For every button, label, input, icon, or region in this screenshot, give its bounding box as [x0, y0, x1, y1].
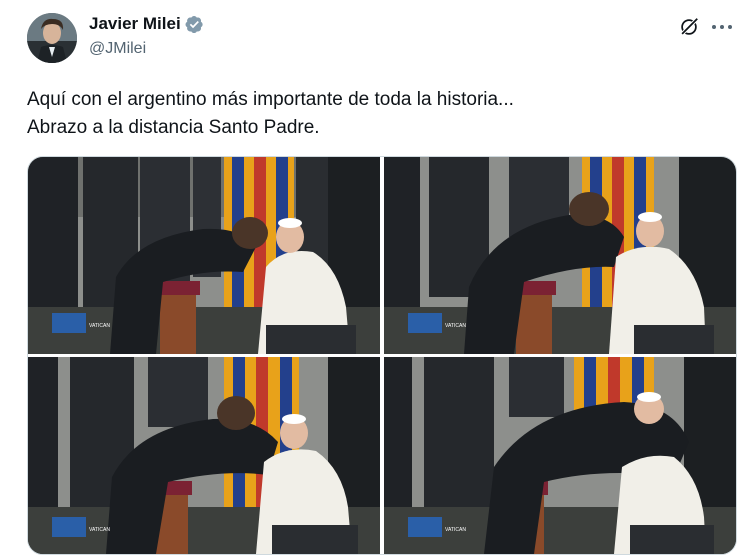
photo-3[interactable]: VATICAN [28, 357, 380, 554]
watermark-text-4: VATICAN [445, 527, 466, 533]
tweet-text-line-2: Abrazo a la distancia Santo Padre. [27, 117, 320, 138]
author-name[interactable]: Javier Milei [89, 14, 181, 34]
author-handle[interactable]: @JMilei [89, 40, 146, 58]
watermark-text-3: VATICAN [89, 527, 110, 533]
more-options-icon[interactable] [708, 14, 736, 40]
photo-4[interactable]: VATICAN [384, 357, 736, 554]
watermark-text-2: VATICAN [445, 323, 466, 329]
media-grid: VATICAN VATICAN VATICAN VATICAN [27, 156, 737, 555]
avatar-portrait [27, 13, 77, 63]
tweet-text-line-1: Aquí con el argentino más importante de … [27, 89, 514, 110]
avatar[interactable] [27, 13, 77, 63]
tweet-text: Aquí con el argentino más importante de … [27, 86, 727, 142]
author-name-row: Javier Milei [89, 14, 204, 34]
watermark-text-1: VATICAN [89, 323, 110, 329]
photo-2[interactable]: VATICAN [384, 157, 736, 354]
grok-icon[interactable] [676, 14, 702, 40]
verified-badge-icon [185, 15, 204, 34]
photo-1[interactable]: VATICAN [28, 157, 380, 354]
